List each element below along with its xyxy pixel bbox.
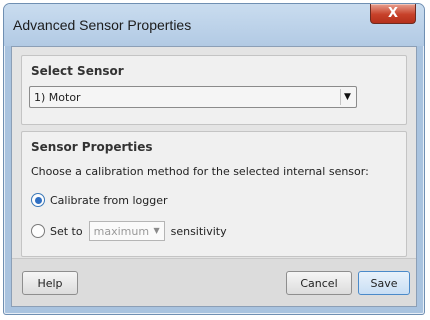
calibrate-radio-label[interactable]: Calibrate from logger xyxy=(50,194,168,207)
sensor-select[interactable]: 1) Motor ▼ xyxy=(29,86,357,108)
sensitivity-select[interactable]: maximum ▼ xyxy=(88,221,165,241)
chevron-down-icon[interactable]: ▼ xyxy=(340,89,354,105)
close-button[interactable]: X xyxy=(370,4,416,24)
window-title: Advanced Sensor Properties xyxy=(13,17,192,33)
cancel-button[interactable]: Cancel xyxy=(286,271,352,295)
save-button[interactable]: Save xyxy=(358,271,410,295)
radio-selected-dot xyxy=(34,196,42,204)
chevron-down-icon: ▼ xyxy=(153,226,160,235)
sensor-properties-group: Sensor Properties Choose a calibration m… xyxy=(21,131,407,257)
set-sensitivity-option[interactable]: Set to maximum ▼ sensitivity xyxy=(31,221,227,241)
set-to-label[interactable]: Set to xyxy=(50,225,83,238)
title-bar[interactable]: Advanced Sensor Properties X xyxy=(4,4,424,46)
dialog-window: Advanced Sensor Properties X Select Sens… xyxy=(3,3,425,315)
calibration-instruction: Choose a calibration method for the sele… xyxy=(31,165,369,178)
help-button[interactable]: Help xyxy=(22,271,78,295)
sensitivity-label: sensitivity xyxy=(170,224,227,238)
select-sensor-group: Select Sensor 1) Motor ▼ xyxy=(21,55,407,125)
close-icon: X xyxy=(387,6,399,21)
sensor-properties-heading: Sensor Properties xyxy=(31,140,153,154)
set-sensitivity-radio[interactable] xyxy=(31,224,45,238)
button-bar: Help Cancel Save xyxy=(12,258,416,306)
calibrate-radio[interactable] xyxy=(31,193,45,207)
sensitivity-select-value: maximum xyxy=(93,225,150,238)
select-sensor-heading: Select Sensor xyxy=(31,64,124,78)
sensor-select-value: 1) Motor xyxy=(34,91,81,104)
dialog-body: Select Sensor 1) Motor ▼ Sensor Properti… xyxy=(11,46,417,307)
calibrate-from-logger-option[interactable]: Calibrate from logger xyxy=(31,193,168,207)
